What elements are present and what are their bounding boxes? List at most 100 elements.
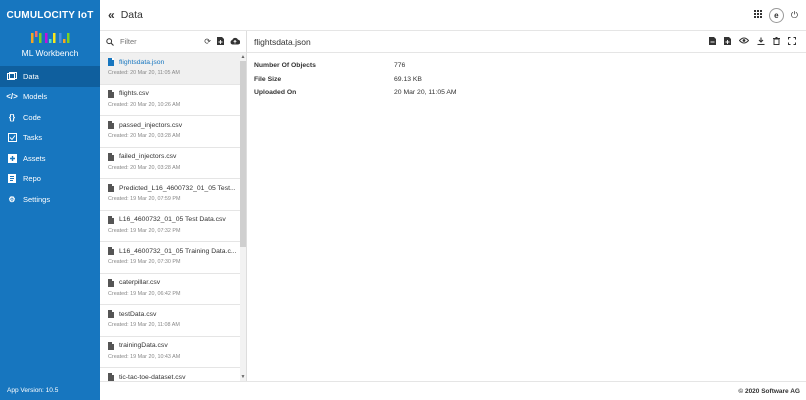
file-action-icon[interactable]	[709, 36, 716, 47]
file-export-icon[interactable]	[724, 36, 731, 47]
list-item[interactable]: passed_injectors.csv Created: 20 Mar 20,…	[100, 116, 240, 148]
search-bar: ⟳	[100, 31, 246, 53]
sidebar-item-label: Assets	[23, 153, 46, 163]
sidebar-item-repo[interactable]: Repo	[0, 169, 100, 190]
list-item[interactable]: caterpillar.csv Created: 19 Mar 20, 06:4…	[100, 274, 240, 305]
sidebar-item-label: Settings	[23, 194, 51, 204]
property-row: File Size 69.13 KB	[254, 73, 806, 87]
sidebar-item-label: Data	[23, 71, 39, 81]
sidebar-item-label: Repo	[23, 174, 41, 184]
filter-input[interactable]	[118, 36, 184, 47]
cloud-upload-icon[interactable]	[230, 37, 241, 47]
sidebar-item-label: Tasks	[23, 133, 43, 143]
list-item[interactable]: testData.csv Created: 19 Mar 20, 11:08 A…	[100, 305, 240, 337]
file-name: trainingData.csv	[119, 342, 168, 349]
download-icon[interactable]	[757, 37, 765, 47]
file-icon	[108, 184, 114, 192]
scroll-up-arrow-icon[interactable]: ▲	[240, 54, 246, 60]
sidebar-item-label: Models	[23, 92, 48, 102]
file-list: flightsdata.json Created: 20 Mar 20, 11:…	[100, 53, 240, 381]
file-created: Created: 19 Mar 20, 11:08 AM	[108, 322, 180, 328]
collapse-sidebar-icon[interactable]: «	[108, 8, 115, 22]
file-name: L16_4600732_01_05 Test Data.csv	[119, 216, 226, 223]
details-header: flightsdata.json	[247, 31, 806, 53]
app-grid-icon[interactable]	[753, 10, 762, 20]
file-created: Created: 19 Mar 20, 07:32 PM	[108, 227, 181, 234]
property-value: 776	[394, 62, 406, 70]
file-name: testData.csv	[119, 310, 157, 318]
file-created: Created: 20 Mar 20, 11:05 AM	[108, 70, 180, 76]
file-created: Created: 20 Mar 20, 03:28 AM	[108, 133, 181, 139]
property-value: 20 Mar 20, 11:05 AM	[394, 89, 457, 97]
file-name: flights.csv	[119, 90, 149, 97]
sidebar-item-models[interactable]: </> Models	[0, 87, 100, 108]
file-name: passed_injectors.csv	[119, 121, 183, 129]
new-file-icon[interactable]	[217, 36, 224, 47]
sidebar-item-settings[interactable]: ⚙ Settings	[0, 189, 100, 210]
file-name: tic-tac-toe-dataset.csv	[119, 373, 186, 381]
file-name: Predicted_L16_4600732_01_05 Test...	[119, 184, 236, 192]
app-name: ML Workbench	[21, 48, 79, 58]
list-item[interactable]: Predicted_L16_4600732_01_05 Test... Crea…	[100, 179, 240, 211]
assets-icon	[7, 153, 17, 163]
file-created: Created: 19 Mar 20, 07:30 PM	[108, 259, 181, 265]
trash-icon[interactable]	[773, 36, 780, 47]
file-created: Created: 19 Mar 20, 10:43 AM	[108, 353, 181, 360]
power-icon[interactable]: ⏻	[791, 10, 798, 21]
top-bar: « Data e ⏻	[100, 0, 806, 31]
sidebar: CUMULOCITY IoT ML Workbench Data </> Mod…	[0, 0, 100, 400]
file-icon	[108, 152, 114, 161]
file-icon	[108, 373, 114, 381]
file-icon	[108, 278, 114, 287]
list-item[interactable]: failed_injectors.csv Created: 20 Mar 20,…	[100, 148, 240, 179]
list-item[interactable]: flightsdata.json Created: 20 Mar 20, 11:…	[100, 53, 240, 85]
sidebar-item-code[interactable]: {} Code	[0, 107, 100, 128]
eye-icon[interactable]	[738, 37, 750, 47]
file-icon	[108, 310, 114, 318]
page-title: Data	[120, 9, 143, 21]
file-icon	[108, 341, 114, 350]
list-item[interactable]: L16_4600732_01_05 Test Data.csv Created:…	[100, 211, 240, 242]
file-icon	[108, 121, 114, 129]
list-item[interactable]: tic-tac-toe-dataset.csv	[100, 368, 240, 381]
file-name: failed_injectors.csv	[119, 153, 177, 160]
file-icon	[108, 89, 114, 98]
fullscreen-icon[interactable]	[788, 36, 796, 47]
app-version: App Version: 10.5	[7, 387, 59, 394]
property-row: Number Of Objects 776	[254, 59, 806, 73]
property-row: Uploaded On 20 Mar 20, 11:05 AM	[254, 86, 806, 100]
list-item[interactable]: L16_4600732_01_05 Training Data.c... Cre…	[100, 242, 240, 274]
code-brackets-icon: </>	[6, 92, 18, 102]
file-icon	[108, 247, 114, 255]
repo-icon	[7, 174, 17, 184]
search-icon	[106, 33, 114, 51]
file-icon	[108, 215, 114, 224]
property-label: Uploaded On	[254, 89, 297, 97]
scroll-down-arrow-icon[interactable]: ▼	[240, 374, 246, 380]
tasks-icon	[7, 133, 17, 143]
copyright-text: © 2020 Software AG	[738, 387, 800, 395]
sidebar-item-label: Code	[23, 112, 41, 122]
file-icon	[108, 58, 114, 66]
sidebar-item-data[interactable]: Data	[0, 66, 100, 87]
file-created: Created: 20 Mar 20, 03:28 AM	[108, 164, 181, 171]
scrollbar-thumb[interactable]	[240, 61, 246, 247]
ml-workbench-logo	[31, 31, 70, 43]
file-created: Created: 19 Mar 20, 06:42 PM	[108, 290, 181, 297]
footer: © 2020 Software AG	[100, 381, 806, 400]
gear-icon: ⚙	[8, 194, 16, 204]
list-item[interactable]: trainingData.csv Created: 19 Mar 20, 10:…	[100, 337, 240, 368]
details-title: flightsdata.json	[254, 36, 311, 47]
file-properties: Number Of Objects 776 File Size 69.13 KB…	[247, 53, 806, 100]
file-name: flightsdata.json	[119, 58, 165, 66]
list-item[interactable]: flights.csv Created: 20 Mar 20, 10:26 AM	[100, 85, 240, 116]
data-icon	[7, 71, 17, 81]
user-avatar[interactable]: e	[768, 7, 784, 23]
details-panel: flightsdata.json Number Of Objects 776 F…	[247, 31, 806, 381]
file-list-panel: ⟳ flightsdata.json Created: 20 Mar 20, 1…	[100, 31, 247, 381]
refresh-icon[interactable]: ⟳	[204, 37, 211, 47]
sidebar-item-assets[interactable]: Assets	[0, 148, 100, 169]
list-scrollbar[interactable]: ▲ ▼	[240, 53, 246, 381]
sidebar-item-tasks[interactable]: Tasks	[0, 128, 100, 149]
curly-braces-icon: {}	[8, 112, 16, 122]
